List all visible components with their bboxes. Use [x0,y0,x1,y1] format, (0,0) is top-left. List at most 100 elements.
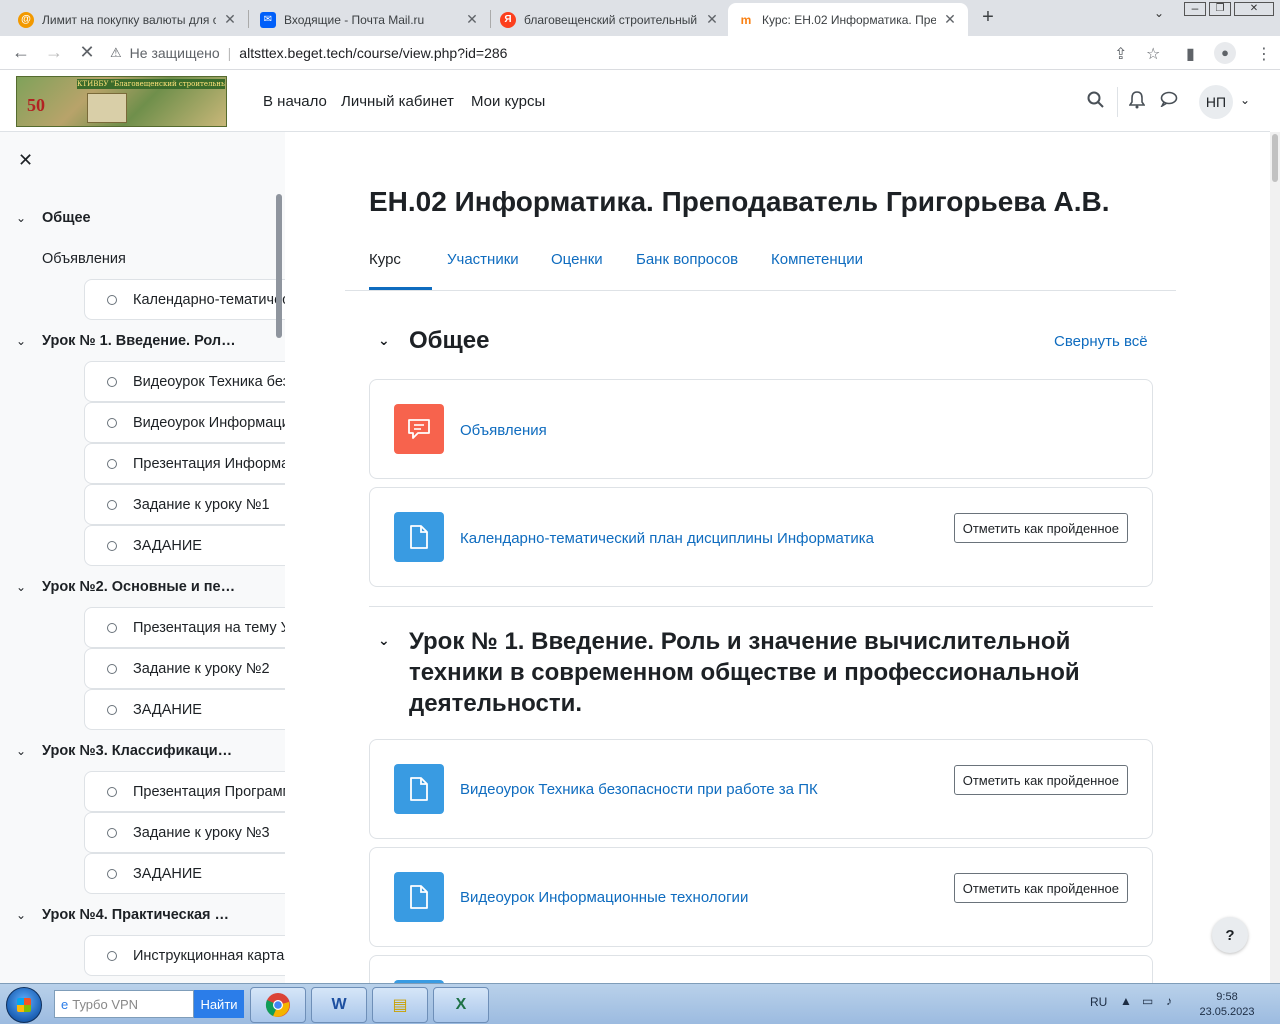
tab-participants[interactable]: Участники [447,251,519,282]
chevron-down-icon[interactable]: ⌄ [0,211,42,225]
index-section-item[interactable]: ⌄Урок № 1. Введение. Роль и значение выч… [0,320,270,361]
activity-link[interactable]: Объявления [460,422,547,439]
network-icon[interactable]: ▭ [1142,994,1153,1008]
chevron-down-icon[interactable]: ⌄ [0,908,42,922]
tab-question-bank[interactable]: Банк вопросов [636,251,738,282]
tab-course[interactable]: Курс [369,251,401,282]
word-app-icon[interactable]: W [311,987,367,1023]
index-activity-item[interactable]: Инструкционная карта для практической ра… [84,935,285,976]
taskbar-search-button[interactable]: Найти [194,990,244,1018]
chevron-down-icon[interactable]: ⌄ [0,744,42,758]
side-panel-icon[interactable]: ▮ [1186,44,1195,64]
completion-circle-icon [107,868,117,879]
nav-dashboard[interactable]: Личный кабинет [341,93,454,110]
browser-tab-3[interactable]: Я благовещенский строительный ✕ [490,3,730,36]
chrome-app-icon[interactable] [250,987,306,1023]
browser-tab-4-active[interactable]: m Курс: ЕН.02 Информатика. Преп ✕ [728,3,968,36]
user-avatar[interactable]: НП [1199,85,1233,119]
nav-my-courses[interactable]: Мои курсы [471,93,545,110]
drawer-scrollbar[interactable] [276,194,282,338]
file-explorer-icon[interactable]: ▤ [372,987,428,1023]
forward-icon[interactable]: → [43,42,65,63]
index-item-label: Урок №4. Практическая работа [42,906,265,923]
activity-link[interactable]: Календарно-тематический план дисциплины … [460,530,874,547]
site-logo[interactable]: КТИВБУ "Благовещенский строительный техн… [16,76,227,127]
minimize-icon[interactable]: – [1184,2,1206,16]
bookmark-star-icon[interactable]: ☆ [1146,44,1160,64]
collapse-all-link[interactable]: Свернуть всё [1054,333,1148,350]
index-activity-item[interactable]: Видеоурок Техника безопасности при работ… [84,361,285,402]
completion-circle-icon [107,294,117,305]
close-tab-icon[interactable]: ✕ [464,11,480,28]
section-collapse-chevron-icon[interactable]: ⌄ [378,332,390,349]
restore-icon[interactable]: ❐ [1209,2,1231,16]
tab-title: Лимит на покупку валюты для с [42,12,216,27]
browser-tab-2[interactable]: ✉ Входящие - Почта Mail.ru ✕ [250,3,490,36]
chevron-down-icon[interactable]: ⌄ [0,334,42,348]
index-item-label: Объявления [42,250,126,267]
index-activity-item[interactable]: Задание к уроку №2 [84,648,285,689]
forum-announcements-icon [394,404,444,454]
nav-home[interactable]: В начало [263,93,327,110]
messages-chat-icon[interactable] [1160,91,1178,112]
index-activity-item[interactable]: ЗАДАНИЕ [84,689,285,730]
index-item-label: Урок №2. Основные и периферийные устройс… [42,578,270,595]
tab-competencies[interactable]: Компетенции [771,251,863,282]
close-tab-icon[interactable]: ✕ [942,11,958,28]
index-section-item[interactable]: ⌄ Урок №4. Практическая работа [0,894,270,935]
course-index-drawer: ✕ ⌄Общее Объявления Календарно-тематически… [0,132,285,983]
volume-icon[interactable]: ♪ [1166,994,1172,1008]
mark-as-done-button[interactable]: Отметить как пройденное [953,513,1128,543]
mark-as-done-button[interactable]: Отметить как пройденное [953,873,1128,903]
close-tab-icon[interactable]: ✕ [704,11,720,28]
index-item-label: Видеоурок Техника безопасности при работ… [133,373,285,390]
tab-search-icon[interactable]: ⌄ [1154,6,1164,20]
index-section-item[interactable]: ⌄Урок №3. Классификация программного обе… [0,730,270,771]
url-text: altsttex.beget.tech/course/view.php?id=2… [239,45,508,61]
index-activity-item[interactable]: Видеоурок Информационные технологии [84,402,285,443]
tray-expand-icon[interactable]: ▲ [1120,994,1132,1008]
index-section-item[interactable]: ⌄ Общее [0,197,270,238]
close-drawer-icon[interactable]: ✕ [18,150,33,171]
completion-circle-icon [107,704,117,715]
index-activity-item[interactable]: Задание к уроку №1 [84,484,285,525]
index-section-item[interactable]: ⌄Урок №2. Основные и периферийные устрой… [0,566,270,607]
stop-icon[interactable]: ✕ [76,42,98,63]
index-activity-item[interactable]: Презентация Информация [84,443,285,484]
notifications-bell-icon[interactable] [1128,91,1146,114]
excel-app-icon[interactable]: X [433,987,489,1023]
search-icon[interactable] [1087,91,1104,113]
profile-icon[interactable]: ● [1214,42,1236,64]
section-title: Урок № 1. Введение. Роль и значение вычи… [409,626,1080,719]
back-icon[interactable]: ← [10,42,32,63]
index-activity-item[interactable]: Презентация на тему Устройства ПК [84,607,285,648]
new-tab-icon[interactable]: + [976,6,1000,29]
taskbar-clock[interactable]: 9:58 23.05.2023 [1192,990,1262,1020]
section-collapse-chevron-icon[interactable]: ⌄ [378,632,390,649]
index-activity-item[interactable]: Объявления [0,238,270,279]
help-button[interactable]: ? [1212,917,1248,953]
browser-tab-1[interactable]: @ Лимит на покупку валюты для с ✕ [8,3,248,36]
close-tab-icon[interactable]: ✕ [222,11,238,28]
index-item-label: Презентация на тему Устройства ПК [133,619,285,636]
address-bar[interactable]: ⚠ Не защищено | altsttex.beget.tech/cour… [110,39,1170,67]
index-activity-item[interactable]: Задание к уроку №3 [84,812,285,853]
activity-link[interactable]: Видеоурок Информационные технологии [460,889,748,906]
close-window-icon[interactable]: ✕ [1234,2,1274,16]
chevron-down-icon[interactable]: ⌄ [0,580,42,594]
mark-as-done-button[interactable]: Отметить как пройденное [953,765,1128,795]
index-activity-item[interactable]: ЗАДАНИЕ [84,525,285,566]
share-icon[interactable]: ⇪ [1114,44,1127,64]
browser-menu-icon[interactable]: ⋮ [1256,44,1272,64]
tab-grades[interactable]: Оценки [551,251,603,282]
user-menu-chevron-down-icon[interactable]: ⌄ [1240,93,1250,107]
omnibox-separator: | [227,45,232,61]
activity-link[interactable]: Видеоурок Техника безопасности при работ… [460,781,818,798]
index-activity-item[interactable]: Календарно-тематический план дисциплины … [84,279,285,320]
start-button-icon[interactable] [6,987,42,1023]
language-indicator[interactable]: RU [1090,995,1107,1009]
taskbar-search-input[interactable]: e Турбо VPN [54,990,194,1018]
page-scrollbar[interactable] [1270,132,1280,983]
index-activity-item[interactable]: ЗАДАНИЕ [84,853,285,894]
index-activity-item[interactable]: Презентация Программное обеспечение [84,771,285,812]
